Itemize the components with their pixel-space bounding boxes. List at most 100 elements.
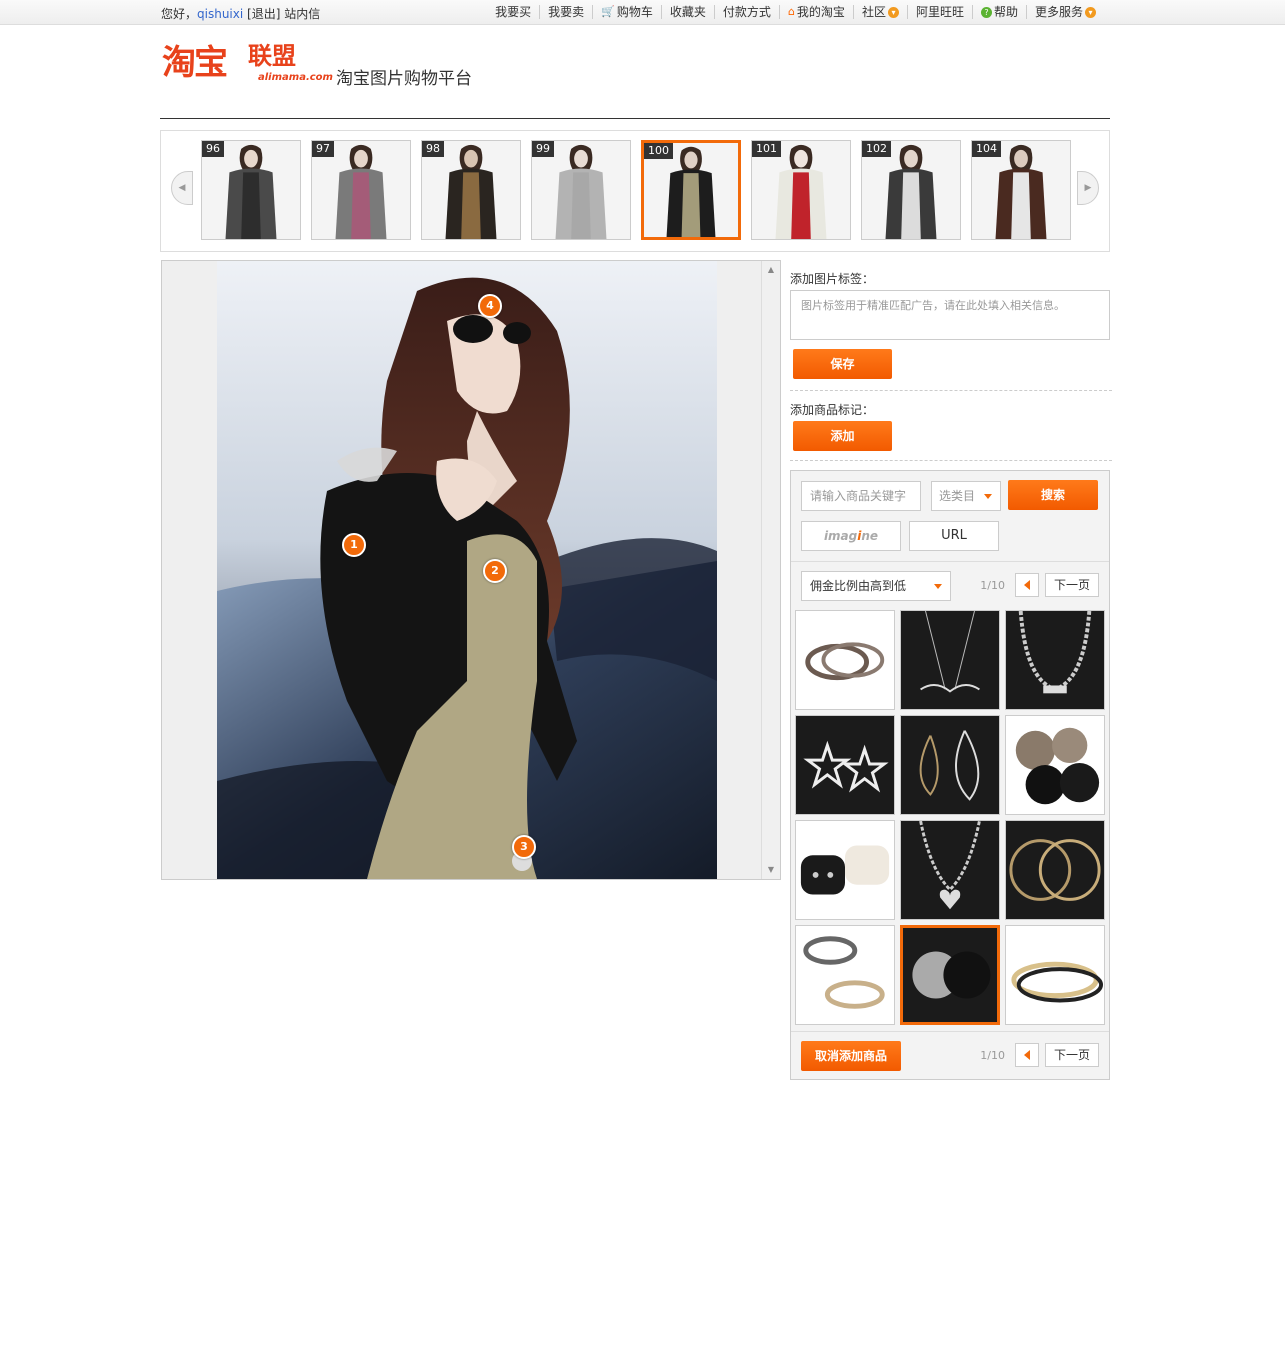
panel-divider xyxy=(791,561,1109,562)
keyword-search-input[interactable]: 请输入商品关键字 xyxy=(801,481,921,511)
page-indicator: 1/10 xyxy=(980,578,1005,592)
product-thumbnail[interactable] xyxy=(900,820,1000,920)
sort-select-label: 佣金比例由高到低 xyxy=(810,579,907,593)
image-tag-input[interactable]: 图片标签用于精准匹配广告，请在此处填入相关信息。 xyxy=(790,290,1110,340)
page-slogan: 淘宝图片购物平台 xyxy=(336,69,472,89)
product-image xyxy=(1011,961,1104,1003)
thumbnail-number: 96 xyxy=(202,141,224,157)
next-page-button[interactable]: 下一页 xyxy=(1045,573,1099,597)
product-thumbnail[interactable] xyxy=(1005,925,1105,1025)
cart-icon: 🛒 xyxy=(601,5,615,18)
thumbnail-number: 99 xyxy=(532,141,554,157)
top-nav-link[interactable]: 🛒 购物车 xyxy=(592,5,661,19)
model-photo-image xyxy=(217,261,717,879)
thumbnail-number: 97 xyxy=(312,141,334,157)
product-thumbnail[interactable] xyxy=(900,715,1000,815)
imagine-logo: imagine xyxy=(823,529,879,543)
product-thumbnail[interactable] xyxy=(900,925,1000,1025)
search-button[interactable]: 搜索 xyxy=(1008,480,1098,510)
product-image xyxy=(1009,839,1101,901)
inbox-link[interactable]: 站内信 xyxy=(284,7,320,21)
product-image xyxy=(919,821,981,910)
logo-domain-text: alimama.com xyxy=(258,72,333,83)
photo-thumbnail[interactable]: 102 xyxy=(861,140,961,240)
header-divider xyxy=(160,118,1110,119)
site-top-bar: 您好，qishuixi [退出] 站内信 我要买 我要卖 🛒 购物车 收藏夹 付款方式 ⌂ 我… xyxy=(0,0,1285,25)
add-button[interactable]: 添加 xyxy=(793,421,892,451)
thumbnail-number: 104 xyxy=(972,141,1001,157)
tag-marker-2[interactable]: 2 xyxy=(483,559,507,583)
photo-thumbnail[interactable]: 99 xyxy=(531,140,631,240)
tag-marker-4[interactable]: 4 xyxy=(478,294,502,318)
top-nav-link-label: 我的淘宝 xyxy=(796,5,845,19)
product-thumbnail[interactable] xyxy=(795,925,895,1025)
photo-thumbnail[interactable]: 101 xyxy=(751,140,851,240)
logo-sub-text: 联盟 xyxy=(248,42,296,70)
cancel-add-product-button[interactable]: 取消添加商品 xyxy=(801,1041,901,1071)
tag-marker-3[interactable]: 3 xyxy=(512,835,536,859)
top-nav-link[interactable]: 阿里旺旺 xyxy=(906,5,972,19)
save-button[interactable]: 保存 xyxy=(793,349,892,379)
product-image xyxy=(920,611,980,693)
page-indicator: 1/10 xyxy=(980,1048,1005,1062)
scroll-down-icon[interactable]: ▼ xyxy=(762,861,780,879)
top-nav-link[interactable]: 付款方式 xyxy=(713,5,779,19)
photo-thumbnail[interactable]: 104 xyxy=(971,140,1071,240)
tab-imagine[interactable]: imagine xyxy=(801,521,901,551)
chevron-right-icon: ▶ xyxy=(1084,183,1092,193)
photo-scrollbar[interactable]: ▲ ▼ xyxy=(761,261,780,879)
product-image xyxy=(800,845,890,895)
top-nav-link-label: 我要买 xyxy=(495,5,532,19)
top-nav-link-label: 收藏夹 xyxy=(669,5,706,19)
sort-select[interactable]: 佣金比例由高到低 xyxy=(801,571,951,601)
category-select-label: 选类目 xyxy=(939,489,976,503)
top-nav-link[interactable]: 我要卖 xyxy=(539,5,592,19)
photo-thumbnail[interactable]: 98 xyxy=(421,140,521,240)
product-image xyxy=(803,740,889,793)
help-icon: ? xyxy=(980,6,992,18)
strip-next-button[interactable]: ▶ xyxy=(1077,171,1099,205)
top-nav-link[interactable]: ⌂ 我的淘宝 xyxy=(778,5,853,19)
photo-thumbnail[interactable]: 100 xyxy=(641,140,741,240)
top-nav-link[interactable]: 社区 ▾ xyxy=(852,5,907,19)
top-nav-link[interactable]: 我要买 xyxy=(487,5,539,19)
prev-page-button[interactable] xyxy=(1015,573,1039,597)
next-page-button[interactable]: 下一页 xyxy=(1045,1043,1099,1067)
product-thumbnail[interactable] xyxy=(1005,610,1105,710)
strip-prev-button[interactable]: ◀ xyxy=(171,171,193,205)
scroll-up-icon[interactable]: ▲ xyxy=(762,261,780,279)
section-divider xyxy=(790,390,1112,391)
home-icon: ⌂ xyxy=(787,5,795,18)
product-image xyxy=(919,730,980,801)
top-nav-link[interactable]: ? 帮助 xyxy=(971,5,1026,19)
top-nav-link[interactable]: 更多服务 ▾ xyxy=(1025,5,1104,19)
product-thumbnail[interactable] xyxy=(1005,820,1105,920)
photo-viewer: 1 2 3 4 ▲ ▼ xyxy=(161,260,781,880)
prev-page-button[interactable] xyxy=(1015,1043,1039,1067)
dropdown-icon: ▾ xyxy=(887,6,899,18)
product-thumbnail[interactable] xyxy=(1005,715,1105,815)
top-nav-link-label: 购物车 xyxy=(616,5,653,19)
panel-divider xyxy=(791,1031,1109,1032)
product-thumbnail[interactable] xyxy=(900,610,1000,710)
product-mark-label: 添加商品标记： xyxy=(790,403,875,417)
tag-marker-1[interactable]: 1 xyxy=(342,533,366,557)
product-thumbnail[interactable] xyxy=(795,715,895,815)
product-thumbnail[interactable] xyxy=(795,610,895,710)
top-nav-link[interactable]: 收藏夹 xyxy=(660,5,714,19)
product-search-panel: 请输入商品关键字 选类目 搜索 imagine URL 佣金比例由高到低 1/1… xyxy=(790,470,1110,1080)
category-select[interactable]: 选类目 xyxy=(931,481,1001,511)
tab-url[interactable]: URL xyxy=(909,521,999,551)
alimama-logo[interactable]: 淘宝 联盟 alimama.com xyxy=(162,42,333,90)
top-nav-link-label: 帮助 xyxy=(993,5,1018,19)
logout-link[interactable]: [退出] xyxy=(247,7,280,21)
chevron-down-icon xyxy=(934,584,942,589)
greeting-text: 您好， xyxy=(161,7,198,21)
photo-thumbnail[interactable]: 97 xyxy=(311,140,411,240)
top-nav: 我要买 我要卖 🛒 购物车 收藏夹 付款方式 ⌂ 我的淘宝 社区 ▾ 阿里旺旺? 帮助 更多服务 ▾ xyxy=(487,5,1104,19)
product-thumbnail[interactable] xyxy=(795,820,895,920)
username-link[interactable]: qishuixi xyxy=(197,7,243,21)
section-divider xyxy=(790,460,1112,461)
chevron-left-icon: ◀ xyxy=(178,183,186,193)
photo-thumbnail[interactable]: 96 xyxy=(201,140,301,240)
